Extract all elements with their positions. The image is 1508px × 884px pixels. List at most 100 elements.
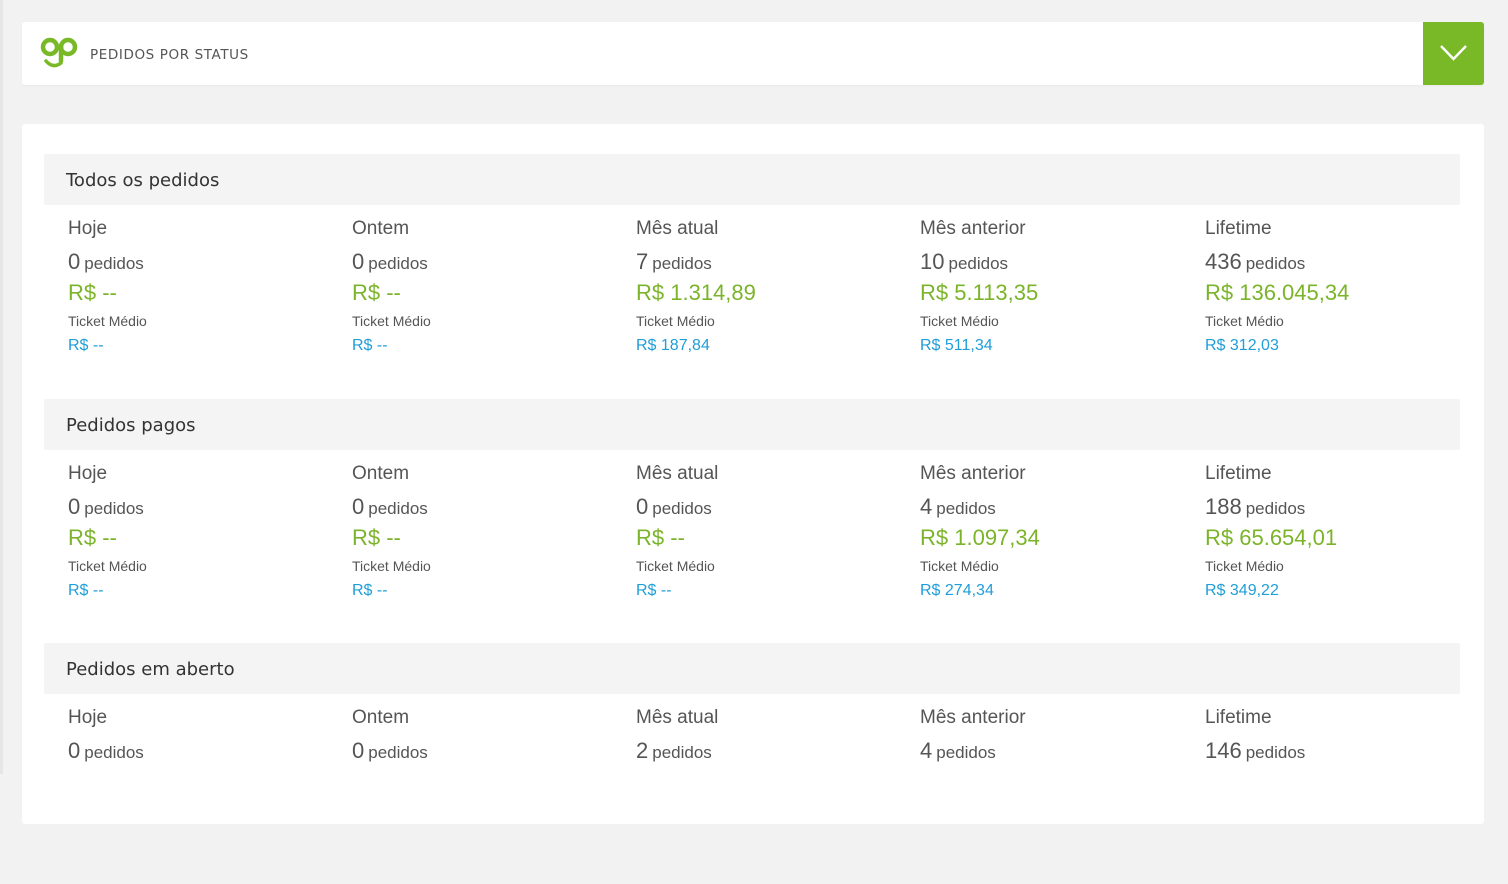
order-count: 0 pedidos <box>352 249 428 275</box>
order-count: 7 pedidos <box>636 249 712 275</box>
section-title: Todos os pedidos <box>66 170 220 191</box>
collapse-toggle-button[interactable] <box>1423 22 1484 85</box>
order-count: 10 pedidos <box>920 249 1008 275</box>
order-count: 4 pedidos <box>920 738 996 764</box>
revenue-value: R$ 1.314,89 <box>636 280 756 305</box>
revenue-value: R$ 5.113,35 <box>920 280 1039 305</box>
order-count-number: 0 <box>68 249 81 274</box>
revenue-value: R$ -- <box>68 525 117 550</box>
order-count-unit: pedidos <box>84 254 144 273</box>
section-header: Pedidos em aberto <box>44 643 1460 694</box>
order-count-unit: pedidos <box>368 743 428 762</box>
order-count-unit: pedidos <box>84 499 144 518</box>
page-title: PEDIDOS POR STATUS <box>90 47 249 63</box>
order-count-number: 0 <box>68 494 81 519</box>
order-count-number: 0 <box>352 249 365 274</box>
order-count-number: 146 <box>1205 738 1242 763</box>
order-count-number: 2 <box>636 738 649 763</box>
order-count-unit: pedidos <box>936 743 996 762</box>
ticket-medio-value: R$ -- <box>68 337 104 354</box>
section-title: Pedidos pagos <box>66 415 196 436</box>
period-label: Mês anterior <box>920 707 1026 728</box>
order-count: 0 pedidos <box>68 249 144 275</box>
revenue-value: R$ 136.045,34 <box>1205 280 1350 305</box>
revenue-value: R$ -- <box>352 525 401 550</box>
ticket-medio-label: Ticket Médio <box>1205 558 1284 574</box>
order-count-unit: pedidos <box>652 254 712 273</box>
order-count: 188 pedidos <box>1205 494 1305 520</box>
status-header-bar: PEDIDOS POR STATUS <box>22 22 1484 85</box>
order-count: 146 pedidos <box>1205 738 1305 764</box>
ticket-medio-value: R$ 312,03 <box>1205 337 1279 354</box>
period-label: Lifetime <box>1205 707 1272 728</box>
order-count-unit: pedidos <box>948 254 1009 273</box>
order-count: 0 pedidos <box>636 494 712 520</box>
order-count-unit: pedidos <box>652 499 712 518</box>
orders-content-card: Todos os pedidos Hoje 0 pedidos R$ -- Tic… <box>22 124 1484 824</box>
revenue-value: R$ -- <box>352 280 401 305</box>
ticket-medio-value: R$ 274,34 <box>920 582 994 599</box>
order-count-unit: pedidos <box>84 743 144 762</box>
ticket-medio-value: R$ -- <box>352 337 388 354</box>
section-pedidos-pagos: Pedidos pagos Hoje 0 pedidos R$ -- Ticket… <box>44 399 1460 640</box>
order-count-number: 4 <box>920 738 933 763</box>
period-label: Mês anterior <box>920 218 1026 239</box>
period-label: Ontem <box>352 463 410 484</box>
order-count-unit: pedidos <box>368 499 428 518</box>
ticket-medio-value: R$ 349,22 <box>1205 582 1279 599</box>
order-count-number: 436 <box>1205 249 1242 274</box>
order-count: 4 pedidos <box>920 494 996 520</box>
ticket-medio-label: Ticket Médio <box>352 313 431 329</box>
ticket-medio-label: Ticket Médio <box>920 558 999 574</box>
revenue-value: R$ 65.654,01 <box>1205 525 1338 550</box>
ticket-medio-value: R$ 511,34 <box>920 337 993 354</box>
order-count-number: 4 <box>920 494 933 519</box>
period-label: Mês atual <box>636 707 719 728</box>
period-label: Mês atual <box>636 218 719 239</box>
period-label: Mês atual <box>636 463 719 484</box>
order-count-number: 0 <box>352 494 365 519</box>
order-count-number: 7 <box>636 249 649 274</box>
revenue-value: R$ -- <box>68 280 117 305</box>
ticket-medio-value: R$ -- <box>352 582 388 599</box>
order-count: 0 pedidos <box>352 494 428 520</box>
ticket-medio-label: Ticket Médio <box>1205 313 1284 329</box>
section-title: Pedidos em aberto <box>66 659 235 680</box>
ticket-medio-value: R$ 187,84 <box>636 337 710 354</box>
period-label: Ontem <box>352 218 410 239</box>
order-count-unit: pedidos <box>1245 499 1306 518</box>
section-header: Pedidos pagos <box>44 399 1460 450</box>
period-label: Lifetime <box>1205 463 1272 484</box>
order-count: 436 pedidos <box>1205 249 1305 275</box>
revenue-value: R$ 1.097,34 <box>920 525 1040 550</box>
order-count-unit: pedidos <box>936 499 996 518</box>
section-todos-os-pedidos: Todos os pedidos Hoje 0 pedidos R$ -- Tic… <box>44 154 1460 395</box>
order-count-number: 0 <box>68 738 81 763</box>
ticket-medio-label: Ticket Médio <box>920 313 999 329</box>
period-label: Ontem <box>352 707 410 728</box>
ticket-medio-label: Ticket Médio <box>352 558 431 574</box>
section-pedidos-em-aberto: Pedidos em aberto Hoje 0 pedidos Ontem 0p… <box>44 643 1460 884</box>
order-count-unit: pedidos <box>652 743 712 762</box>
period-label: Hoje <box>68 707 108 728</box>
period-label: Hoje <box>68 463 108 484</box>
order-count: 0 pedidos <box>68 494 144 520</box>
section-header: Todos os pedidos <box>44 154 1460 205</box>
ticket-medio-label: Ticket Médio <box>636 558 715 574</box>
order-count-unit: pedidos <box>368 254 428 273</box>
ticket-medio-value: R$ -- <box>636 582 672 599</box>
order-count: 0 pedidos <box>68 738 144 764</box>
order-count-unit: pedidos <box>1245 254 1306 273</box>
revenue-value: R$ -- <box>636 525 685 550</box>
order-count: 0 pedidos <box>352 738 428 764</box>
order-count-number: 188 <box>1205 494 1242 519</box>
period-label: Lifetime <box>1205 218 1272 239</box>
ticket-medio-label: Ticket Médio <box>636 313 715 329</box>
period-label: Mês anterior <box>920 463 1026 484</box>
ticket-medio-value: R$ -- <box>68 582 104 599</box>
op-logo-icon <box>40 35 80 71</box>
ticket-medio-label: Ticket Médio <box>68 558 147 574</box>
chevron-down-icon <box>1440 45 1467 61</box>
ticket-medio-label: Ticket Médio <box>68 313 147 329</box>
order-count: 2 pedidos <box>636 738 712 764</box>
